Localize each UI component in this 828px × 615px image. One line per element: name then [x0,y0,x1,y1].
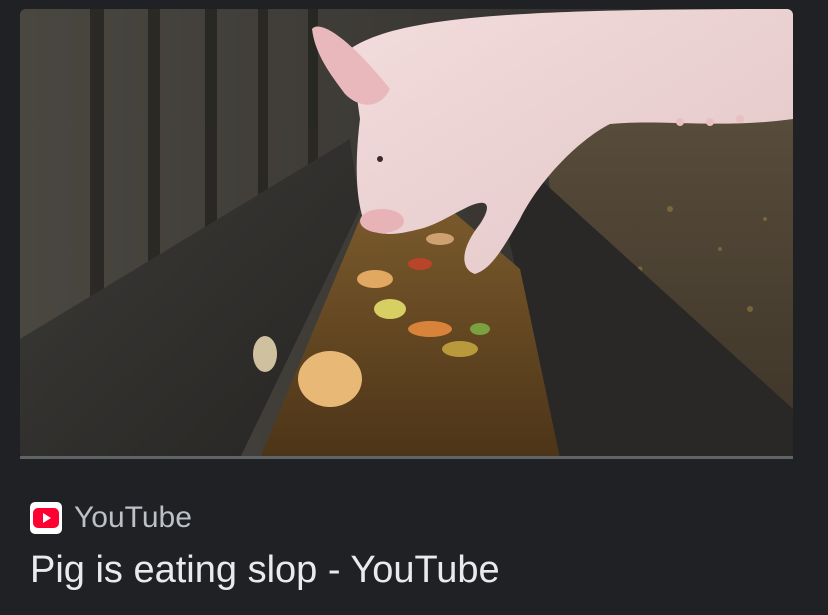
result-title-link[interactable]: Pig is eating slop - YouTube [30,546,500,594]
search-result-card[interactable]: YouTube Pig is eating slop - YouTube [0,0,828,615]
source-attribution[interactable]: YouTube [30,498,192,538]
video-thumbnail[interactable] [20,9,793,458]
youtube-logo-icon [30,502,62,534]
source-name: YouTube [74,501,192,534]
thumbnail-image [20,9,793,458]
thumbnail-divider [20,456,793,459]
